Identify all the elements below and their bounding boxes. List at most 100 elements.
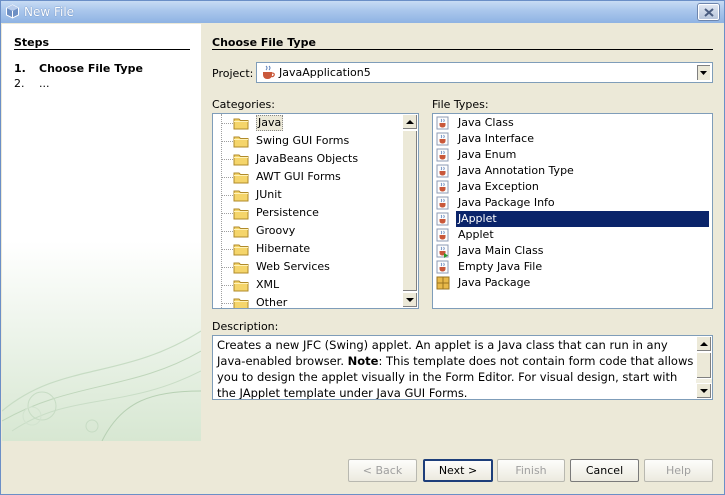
category-item[interactable]: Java	[213, 115, 403, 131]
new-file-dialog: New File Steps 1. Choose File Type 2....	[0, 0, 725, 495]
tree-branch	[222, 231, 233, 232]
scroll-thumb[interactable]	[696, 352, 712, 379]
file-types-label: File Types:	[432, 98, 489, 111]
back-button[interactable]: < Back	[348, 459, 417, 482]
category-label: Web Services	[256, 260, 330, 273]
description-text: Creates a new JFC (Swing) applet. An app…	[217, 337, 695, 399]
file-type-item[interactable]: Java Interface	[433, 131, 712, 147]
file-type-item[interactable]: Java Package	[433, 275, 712, 291]
folder-icon	[233, 190, 249, 202]
file-type-item[interactable]: JApplet	[433, 211, 712, 227]
file-type-item[interactable]: Java Class	[433, 115, 712, 131]
java-file-icon	[436, 260, 449, 274]
folder-icon	[233, 298, 249, 308]
scroll-down-button[interactable]	[402, 292, 418, 308]
steps-divider	[14, 49, 190, 50]
content-panel: Choose File Type Project: JavaApplicatio…	[201, 24, 724, 441]
arrow-down-icon	[700, 389, 708, 393]
folder-icon	[233, 280, 249, 292]
category-label: XML	[256, 278, 280, 291]
category-item[interactable]: Swing GUI Forms	[213, 133, 403, 149]
tree-branch	[222, 267, 233, 268]
project-select[interactable]: JavaApplication5	[256, 62, 713, 83]
help-button[interactable]: Help	[644, 459, 713, 482]
java-file-icon	[436, 180, 449, 194]
category-label: JUnit	[256, 188, 282, 201]
file-type-item[interactable]: Java Annotation Type	[433, 163, 712, 179]
file-type-label: Java Class	[458, 116, 514, 129]
category-item[interactable]: Web Services	[213, 259, 403, 275]
file-type-label: Java Exception	[458, 180, 539, 193]
tree-branch	[222, 249, 233, 250]
folder-icon	[233, 154, 249, 166]
file-type-label: JApplet	[458, 212, 497, 225]
step-item-2: 2....	[14, 77, 50, 90]
file-type-label: Java Interface	[458, 132, 534, 145]
project-dropdown-button[interactable]	[696, 64, 711, 81]
folder-icon	[233, 136, 249, 148]
folder-icon	[233, 118, 249, 130]
file-type-item[interactable]: Java Package Info	[433, 195, 712, 211]
swirl-decoration	[2, 241, 201, 441]
next-button[interactable]: Next >	[423, 459, 493, 482]
file-type-item[interactable]: Empty Java File	[433, 259, 712, 275]
java-file-icon	[436, 196, 449, 210]
tree-branch	[222, 177, 233, 178]
arrow-up-icon	[406, 120, 414, 124]
step-label: Choose File Type	[39, 62, 143, 75]
folder-icon	[233, 172, 249, 184]
arrow-down-icon	[406, 298, 414, 302]
scroll-up-button[interactable]	[402, 114, 418, 130]
category-label: AWT GUI Forms	[256, 170, 341, 183]
categories-list[interactable]: Java Swing GUI Forms JavaBeans Objects AWT …	[212, 113, 419, 309]
cancel-button[interactable]: Cancel	[570, 459, 639, 482]
java-file-icon	[436, 244, 449, 258]
tree-branch	[222, 141, 233, 142]
scroll-thumb[interactable]	[402, 130, 418, 292]
category-item[interactable]: JavaBeans Objects	[213, 151, 403, 167]
category-item[interactable]: Other	[213, 295, 403, 309]
project-value: JavaApplication5	[279, 66, 371, 79]
title-divider	[212, 49, 713, 50]
close-icon	[704, 8, 714, 17]
title-bar[interactable]: New File	[1, 1, 724, 23]
java-file-icon	[436, 132, 449, 146]
tree-branch	[222, 123, 233, 124]
java-file-icon	[436, 164, 449, 178]
close-button[interactable]	[698, 4, 719, 20]
category-item[interactable]: Groovy	[213, 223, 403, 239]
category-label: Other	[256, 296, 288, 309]
file-type-item[interactable]: Java Exception	[433, 179, 712, 195]
package-icon	[436, 276, 450, 290]
file-type-item[interactable]: Java Main Class	[433, 243, 712, 259]
folder-icon	[233, 208, 249, 220]
steps-heading: Steps	[14, 36, 50, 49]
category-item[interactable]: JUnit	[213, 187, 403, 203]
description-area[interactable]: Creates a new JFC (Swing) applet. An app…	[212, 335, 713, 400]
category-item[interactable]: AWT GUI Forms	[213, 169, 403, 185]
tree-branch	[222, 213, 233, 214]
category-item[interactable]: XML	[213, 277, 403, 293]
scroll-down-button[interactable]	[696, 383, 712, 399]
folder-icon	[233, 262, 249, 274]
page-title: Choose File Type	[212, 36, 316, 49]
description-label: Description:	[212, 320, 279, 333]
file-type-label: Java Enum	[458, 148, 517, 161]
category-item[interactable]: Persistence	[213, 205, 403, 221]
file-type-item[interactable]: Applet	[433, 227, 712, 243]
tree-branch	[222, 285, 233, 286]
step-label: ...	[39, 77, 50, 90]
description-scrollbar[interactable]	[696, 336, 712, 399]
category-label: Swing GUI Forms	[256, 134, 350, 147]
category-item[interactable]: Hibernate	[213, 241, 403, 257]
java-file-icon	[436, 148, 449, 162]
description-note: Note	[347, 354, 379, 368]
file-type-item[interactable]: Java Enum	[433, 147, 712, 163]
file-type-label: Java Package	[458, 276, 531, 289]
arrow-up-icon	[700, 342, 708, 346]
categories-scrollbar[interactable]	[402, 114, 418, 308]
java-cup-icon	[263, 65, 275, 79]
finish-button[interactable]: Finish	[497, 459, 565, 482]
scroll-up-button[interactable]	[696, 336, 712, 352]
file-types-list[interactable]: Java Class Java Interface Java Enum Java An…	[432, 113, 713, 309]
